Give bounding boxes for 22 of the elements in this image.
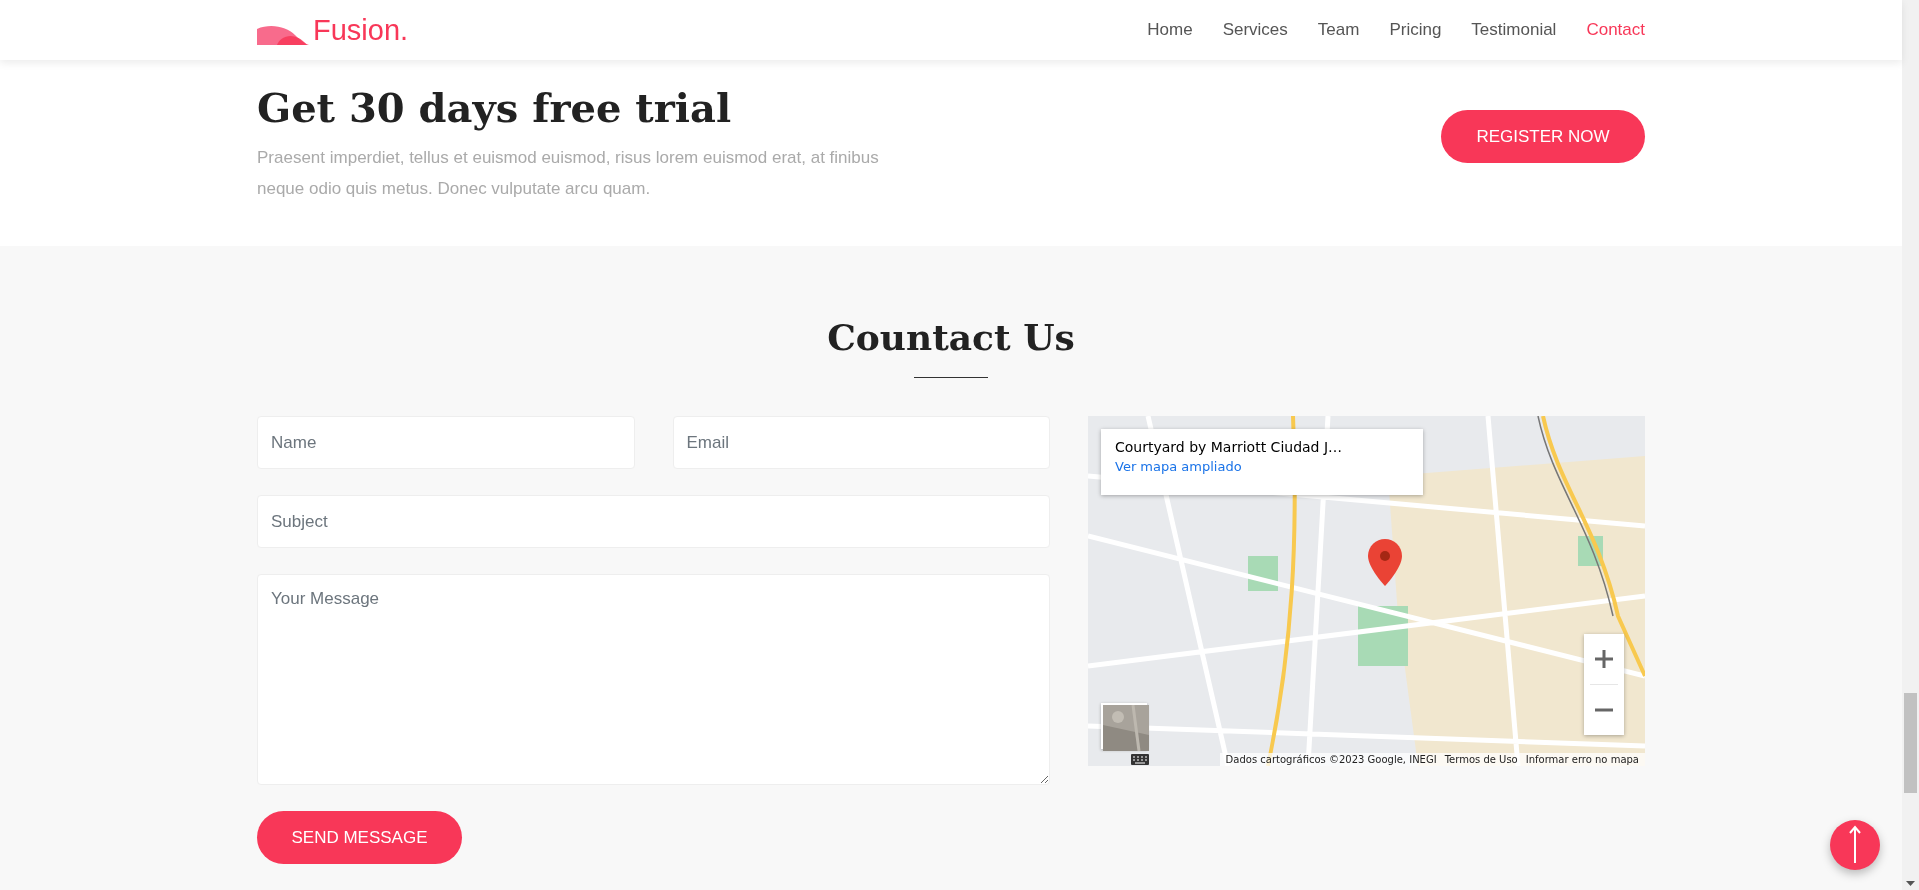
scrollbar-thumb[interactable]	[1904, 693, 1917, 793]
logo-text[interactable]: Fusion.	[313, 15, 409, 45]
send-button[interactable]: SEND MESSAGE	[257, 811, 462, 864]
text-field[interactable]: Name	[257, 416, 635, 469]
scroll-down-arrow-icon[interactable]	[1906, 881, 1915, 886]
nav-link[interactable]: Testimonial	[1471, 20, 1557, 40]
scrollbar[interactable]	[1902, 0, 1919, 890]
scroll-top-button[interactable]	[1830, 820, 1880, 870]
logo-icon	[257, 24, 309, 45]
arrow-up-icon	[1849, 825, 1861, 865]
promo-title: Get 30 days free trial	[257, 83, 733, 133]
nav-link[interactable]: Pricing	[1389, 20, 1442, 40]
text-field[interactable]: Email	[672, 416, 1050, 469]
nav-link[interactable]: Contact	[1586, 20, 1645, 40]
register-button[interactable]: REGISTER NOW	[1441, 110, 1645, 163]
nav-link[interactable]: Team	[1317, 20, 1360, 40]
text-field[interactable]: Subject	[257, 495, 1050, 548]
nav-link[interactable]: Home	[1147, 20, 1193, 40]
section-title: Countact Us	[826, 315, 1076, 360]
message-field[interactable]: Your Message	[257, 574, 1050, 785]
promo-text: Praesent imperdiet, tellus et euismod euismod, risus lorem euismod erat, at finibus neque odio quis metus. Donec vulputate arcu quam.	[257, 147, 880, 200]
nav-link[interactable]: Services	[1222, 20, 1288, 40]
